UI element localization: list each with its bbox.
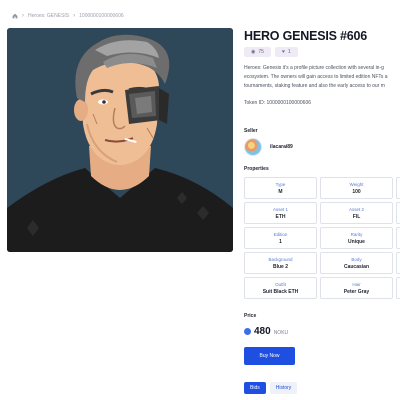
avatar[interactable] xyxy=(244,138,262,156)
property-key: Outfit xyxy=(275,281,286,287)
property-card: Asset 1 ETH xyxy=(244,202,317,224)
price-label: Price xyxy=(244,313,257,319)
property-key: Background xyxy=(268,256,293,262)
property-value: Blue 2 xyxy=(272,263,288,270)
property-key: Body xyxy=(351,256,362,262)
property-card: Background Blue 2 xyxy=(244,252,317,274)
property-card-overflow xyxy=(396,177,400,199)
property-card-overflow xyxy=(396,202,400,224)
property-card: Outfit Suit Black ETH xyxy=(244,277,317,299)
property-card-overflow xyxy=(396,277,400,299)
property-card: Rarity Unique xyxy=(320,227,393,249)
property-key: Rarity xyxy=(350,231,363,237)
activity-tabs: Bids History xyxy=(244,382,298,394)
property-value: Caucasian xyxy=(343,263,369,270)
property-card: Asset 2 FIL xyxy=(320,202,393,224)
breadcrumb: › Heroes: GENESIS › 1000000100000606 xyxy=(12,13,124,19)
breadcrumb-current: 1000000100000606 xyxy=(79,13,124,19)
likes-badge[interactable]: ♥ 1 xyxy=(274,47,298,57)
properties-label: Properties xyxy=(244,166,269,172)
property-value: Unique xyxy=(348,238,365,245)
properties-grid: Type M Weight 100 Asset 1 ETH Asset 2 FIL Editio… xyxy=(244,177,400,299)
property-card: Edition 1 xyxy=(244,227,317,249)
property-card: Body Caucasian xyxy=(320,252,393,274)
price-unit: NOKU xyxy=(273,330,289,336)
engagement-stats: ◉ 75 ♥ 1 xyxy=(244,47,298,57)
seller-label: Seller xyxy=(244,128,258,134)
property-card: Type M xyxy=(244,177,317,199)
property-value: Peter Gray xyxy=(343,288,370,295)
property-key: Edition xyxy=(273,231,288,237)
token-id: Token ID: 1000000100000606 xyxy=(244,100,312,106)
price-display: 480 NOKU xyxy=(244,326,288,337)
property-key: Weight xyxy=(349,181,364,187)
property-value: M xyxy=(278,188,283,195)
buy-now-button[interactable]: Buy Now xyxy=(244,347,295,365)
likes-count: 1 xyxy=(287,49,291,55)
property-value: ETH xyxy=(275,213,286,220)
tab-bids[interactable]: Bids xyxy=(244,382,266,394)
property-key: Hair xyxy=(352,281,361,287)
property-key: Asset 1 xyxy=(272,206,288,212)
property-card: Weight 100 xyxy=(320,177,393,199)
property-card: Hair Peter Gray xyxy=(320,277,393,299)
property-key: Asset 2 xyxy=(348,206,364,212)
price-value: 480 xyxy=(254,326,271,337)
description-line: ecosystem. The owners will gain access t… xyxy=(244,74,388,80)
chevron-right-icon: › xyxy=(73,13,76,19)
chevron-right-icon: › xyxy=(22,13,24,19)
property-card-overflow xyxy=(396,252,400,274)
property-key: Type xyxy=(275,181,286,187)
seller-card[interactable]: ilacarai89 xyxy=(244,138,293,156)
property-value: 100 xyxy=(352,188,361,195)
description-line: tournaments, staking feature and also th… xyxy=(244,83,385,89)
coin-icon xyxy=(244,328,251,335)
views-count: 75 xyxy=(258,49,264,55)
property-value: FIL xyxy=(352,213,361,220)
heart-icon[interactable]: ♥ xyxy=(282,49,285,55)
eye-icon: ◉ xyxy=(251,49,256,55)
description-line: Heroes: Genesis it's a profile picture c… xyxy=(244,65,384,71)
home-icon[interactable] xyxy=(12,13,18,19)
property-value: 1 xyxy=(279,238,282,245)
property-card-overflow xyxy=(396,227,400,249)
nft-artwork xyxy=(7,28,233,252)
breadcrumb-collection-link[interactable]: Heroes: GENESIS xyxy=(28,13,69,19)
property-value: Suit Black ETH xyxy=(262,288,299,295)
seller-name[interactable]: ilacarai89 xyxy=(270,144,293,150)
page-title: HERO GENESIS #606 xyxy=(244,29,368,43)
description: Heroes: Genesis it's a profile picture c… xyxy=(244,64,400,91)
views-badge: ◉ 75 xyxy=(244,47,271,57)
tab-history[interactable]: History xyxy=(269,382,298,394)
